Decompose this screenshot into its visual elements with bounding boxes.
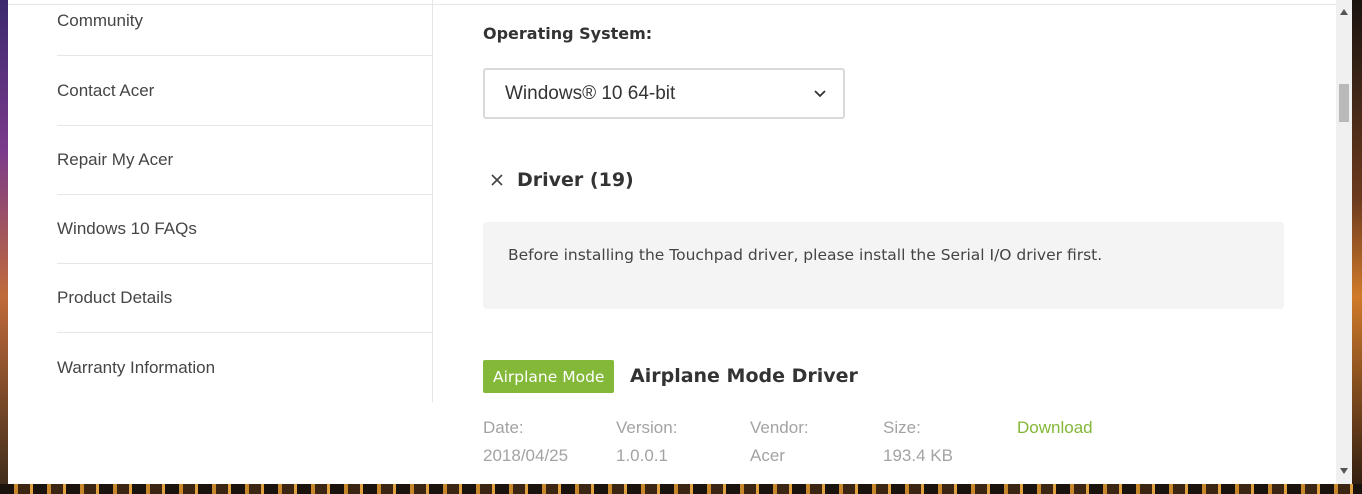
- scrollbar-thumb[interactable]: [1339, 84, 1349, 122]
- sidebar-item-label: Product Details: [57, 288, 173, 307]
- browser-page: Community Contact Acer Repair My Acer Wi…: [8, 0, 1352, 484]
- driver-size: Size: 193.4 KB: [883, 418, 953, 466]
- driver-section-title: Driver (19): [517, 169, 634, 191]
- desktop-background-right: [1352, 0, 1362, 494]
- os-select-dropdown[interactable]: Windows® 10 64-bit: [483, 68, 845, 119]
- scroll-down-arrow-icon[interactable]: [1340, 468, 1348, 474]
- driver-notice: Before installing the Touchpad driver, p…: [483, 222, 1284, 309]
- driver-category-badge: Airplane Mode: [483, 360, 615, 393]
- sidebar-item-product-details[interactable]: Product Details: [57, 264, 432, 333]
- size-value: 193.4 KB: [883, 446, 953, 465]
- os-label: Operating System:: [483, 24, 653, 43]
- sidebar-item-repair-my-acer[interactable]: Repair My Acer: [57, 126, 432, 195]
- chevron-down-icon: [814, 90, 826, 98]
- driver-vendor: Vendor: Acer: [750, 418, 809, 466]
- driver-date: Date: 2018/04/25: [483, 418, 568, 466]
- vertical-scrollbar[interactable]: [1336, 0, 1352, 484]
- sidebar-item-label: Windows 10 FAQs: [57, 219, 197, 238]
- desktop-background-left: [0, 0, 8, 494]
- vendor-value: Acer: [750, 446, 785, 465]
- sidebar-item-contact-acer[interactable]: Contact Acer: [57, 57, 432, 126]
- date-label: Date:: [483, 418, 524, 437]
- collapse-close-icon[interactable]: [488, 171, 506, 189]
- download-link[interactable]: Download: [1017, 418, 1093, 438]
- version-label: Version:: [616, 418, 678, 437]
- sidebar-item-label: Repair My Acer: [57, 150, 174, 169]
- os-selected-value: Windows® 10 64-bit: [505, 82, 676, 104]
- sidebar-item-label: Contact Acer: [57, 81, 155, 100]
- sidebar-item-warranty-information[interactable]: Warranty Information: [57, 333, 432, 402]
- vendor-label: Vendor:: [750, 418, 809, 437]
- version-value: 1.0.0.1: [616, 446, 668, 465]
- size-label: Size:: [883, 418, 921, 437]
- sidebar-item-community[interactable]: Community: [57, 0, 432, 56]
- driver-name: Airplane Mode Driver: [630, 365, 858, 387]
- date-value: 2018/04/25: [483, 446, 569, 465]
- driver-version: Version: 1.0.0.1: [616, 418, 677, 466]
- sidebar-item-label: Community: [57, 11, 143, 30]
- sidebar-item-label: Warranty Information: [57, 357, 216, 377]
- support-sidebar: Community Contact Acer Repair My Acer Wi…: [8, 0, 433, 402]
- driver-section-header: Driver (19): [488, 166, 634, 194]
- scroll-up-arrow-icon[interactable]: [1340, 9, 1348, 15]
- sidebar-item-windows-10-faqs[interactable]: Windows 10 FAQs: [57, 195, 432, 264]
- desktop-background-bottom: [0, 484, 1362, 494]
